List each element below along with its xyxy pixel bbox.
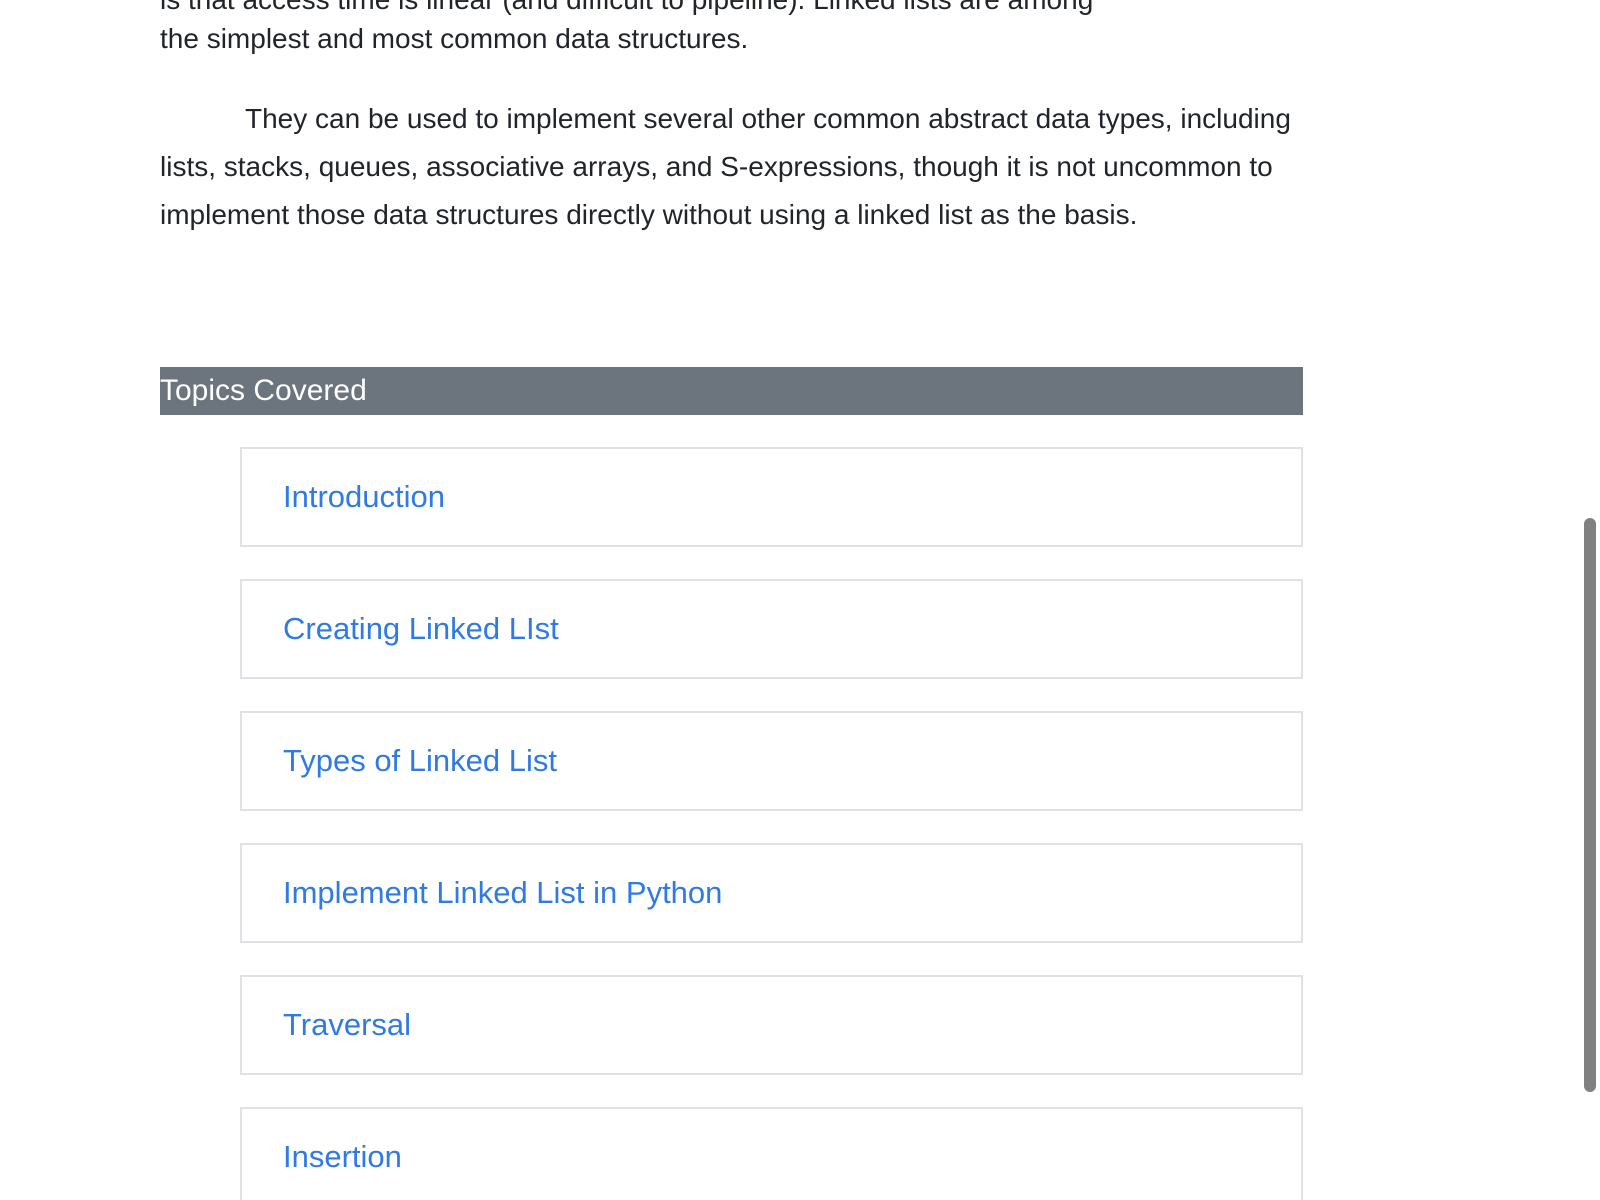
page-viewport: is that access time is linear (and diffi… bbox=[0, 0, 1600, 1200]
topic-link-traversal[interactable]: Traversal bbox=[283, 1007, 411, 1043]
scrollbar-thumb[interactable] bbox=[1584, 518, 1596, 1092]
topic-card-creating-linked-list: Creating Linked LIst bbox=[240, 579, 1303, 679]
topic-link-creating-linked-list[interactable]: Creating Linked LIst bbox=[283, 611, 559, 647]
topic-link-introduction[interactable]: Introduction bbox=[283, 479, 445, 515]
topic-card-traversal: Traversal bbox=[240, 975, 1303, 1075]
topic-card-types-of-linked-list: Types of Linked List bbox=[240, 711, 1303, 811]
topics-covered-header: Topics Covered bbox=[160, 367, 1303, 415]
topic-card-introduction: Introduction bbox=[240, 447, 1303, 547]
article-paragraph: They can be used to implement several ot… bbox=[160, 103, 1291, 230]
topic-link-insertion[interactable]: Insertion bbox=[283, 1139, 402, 1175]
topic-card-insertion: Insertion bbox=[240, 1107, 1303, 1200]
vertical-scrollbar[interactable] bbox=[1580, 0, 1600, 1200]
topic-card-implement-in-python: Implement Linked List in Python bbox=[240, 843, 1303, 943]
article-paragraph-end: the simplest and most common data struct… bbox=[160, 23, 749, 54]
topic-link-implement-in-python[interactable]: Implement Linked List in Python bbox=[283, 875, 722, 911]
topic-link-types-of-linked-list[interactable]: Types of Linked List bbox=[283, 743, 557, 779]
topics-list: Introduction Creating Linked LIst Types … bbox=[240, 447, 1303, 1200]
